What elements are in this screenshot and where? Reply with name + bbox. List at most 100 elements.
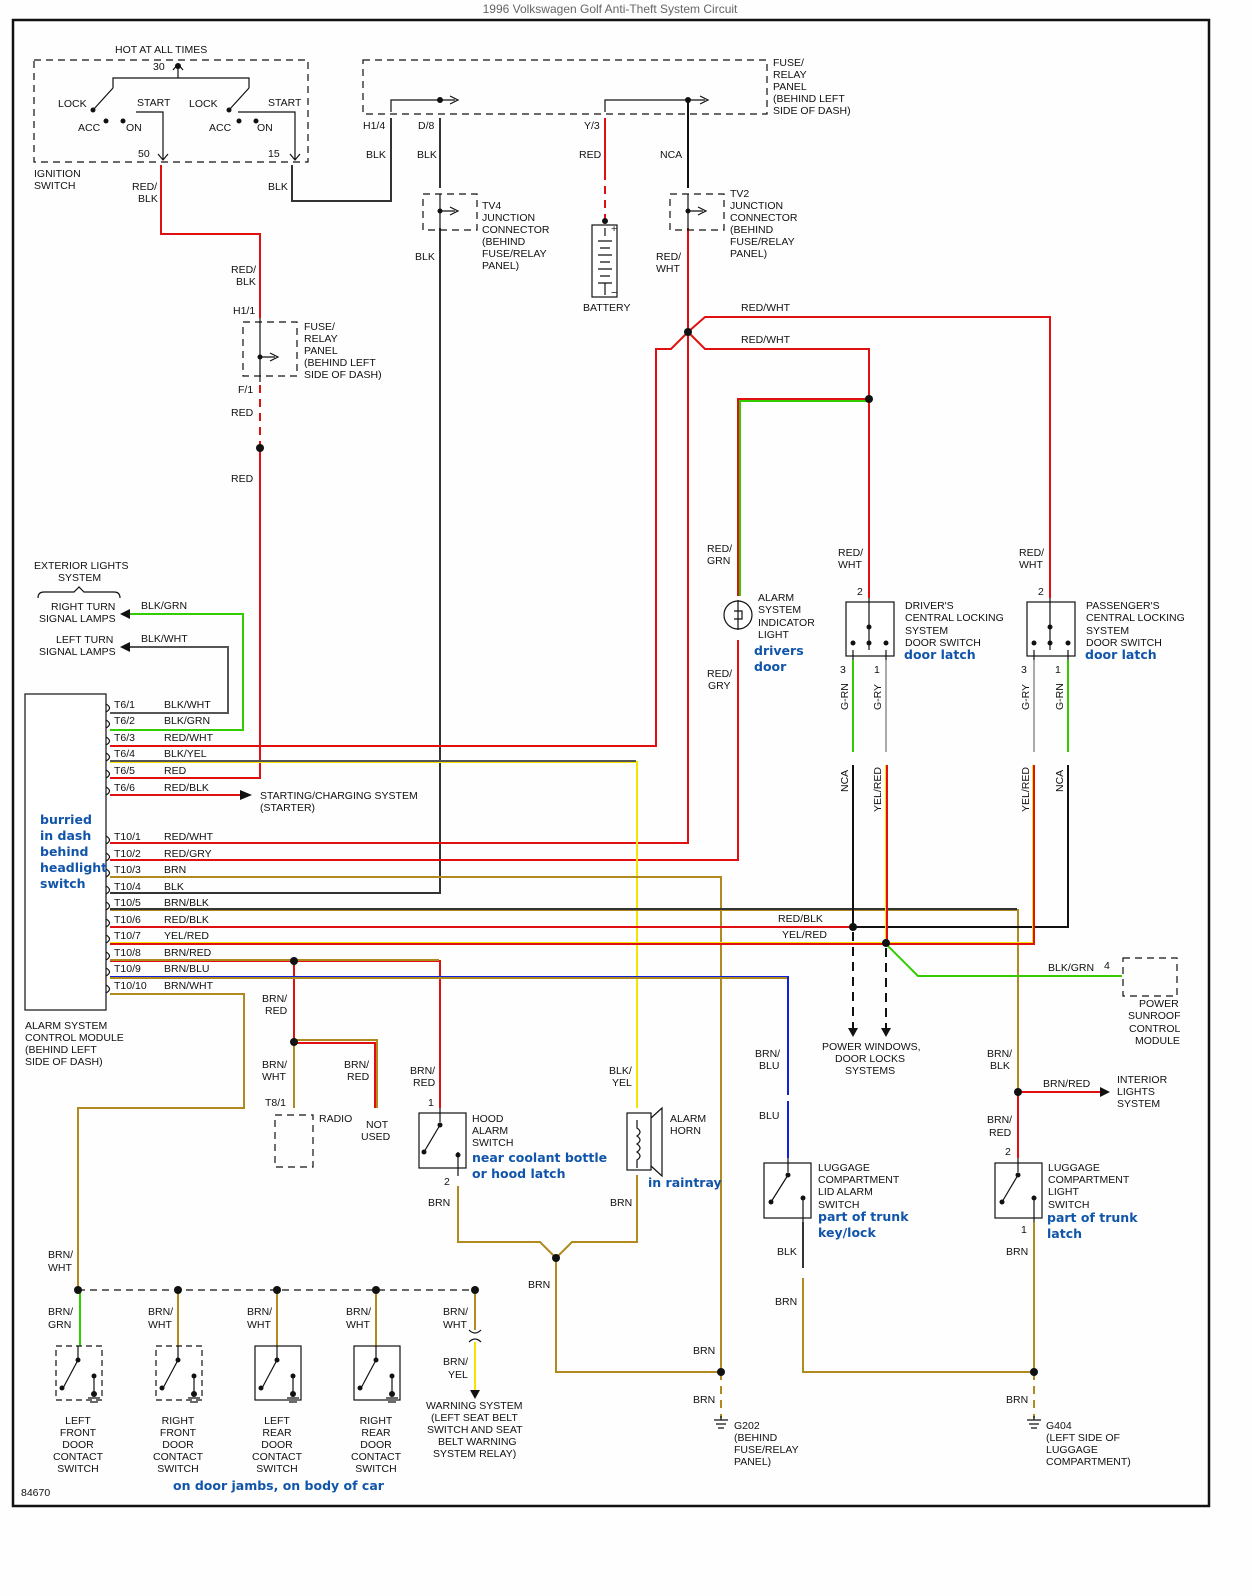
wire-label: BRN/ (344, 1059, 369, 1071)
pos-on-2: ON (257, 122, 273, 134)
module-pin-label: T10/9 (114, 963, 141, 975)
door-switch-label: LEFT (264, 1415, 290, 1427)
wire-label: BRN (428, 1197, 450, 1209)
wire-label: BRN/ (443, 1356, 468, 1368)
location-note: in raintray (648, 1175, 722, 1190)
svg-text:door: door (754, 659, 787, 674)
door-switch-label: DOOR (162, 1439, 194, 1451)
svg-text:WHT: WHT (247, 1319, 271, 1331)
svg-text:SUNROOF: SUNROOF (1128, 1010, 1181, 1022)
wire-label: BLK (415, 251, 435, 263)
pos-acc-2: ACC (209, 122, 232, 134)
location-note: burried (40, 812, 92, 827)
svg-text:SYSTEM: SYSTEM (905, 625, 948, 637)
module-pin-label: T10/3 (114, 864, 141, 876)
svg-text:2: 2 (857, 586, 863, 598)
module-pin-label: T6/6 (114, 782, 135, 794)
svg-text:PANEL: PANEL (773, 81, 807, 93)
svg-text:(BEHIND LEFT: (BEHIND LEFT (773, 93, 845, 105)
module-wire-label: BRN/BLK (164, 897, 209, 909)
door-switch-label: SWITCH (355, 1463, 396, 1475)
svg-text:LUGGAGE: LUGGAGE (818, 1162, 870, 1174)
pin-y-3: Y/3 (584, 120, 600, 132)
pos-lock-2: LOCK (189, 98, 218, 110)
exterior-lights-system: EXTERIOR LIGHTS SYSTEM RIGHT TURN SIGNAL… (34, 560, 188, 658)
svg-text:(BEHIND: (BEHIND (482, 236, 526, 248)
module-pin-label: T10/8 (114, 947, 141, 959)
svg-text:DRIVER'S: DRIVER'S (905, 600, 954, 612)
wire-label: NCA (839, 770, 851, 792)
svg-text:GRN: GRN (707, 555, 730, 567)
svg-text:SIDE OF DASH): SIDE OF DASH) (304, 369, 382, 381)
svg-text:2: 2 (1038, 586, 1044, 598)
svg-text:RIGHT TURN: RIGHT TURN (51, 601, 115, 613)
svg-text:SWITCH AND SEAT: SWITCH AND SEAT (427, 1424, 523, 1436)
door-contact-switch: BRN/GRN LEFTFRONTDOORCONTACTSWITCH (48, 1306, 104, 1475)
door-switch-label: DOOR (360, 1439, 392, 1451)
svg-text:SYSTEM: SYSTEM (58, 572, 101, 584)
door-switch-label: CONTACT (351, 1451, 402, 1463)
svg-text:YEL: YEL (612, 1077, 632, 1089)
power-windows-label: POWER WINDOWS, (822, 1041, 921, 1053)
svg-text:HOOD: HOOD (472, 1113, 504, 1125)
module-pin-label: T6/3 (114, 732, 135, 744)
svg-text:RED: RED (265, 1005, 288, 1017)
wire-label: BLU (759, 1110, 779, 1122)
svg-text:RED: RED (413, 1077, 436, 1089)
svg-text:TV4: TV4 (482, 200, 501, 212)
wire-label: BRN (610, 1197, 632, 1209)
pin-h1-1: H1/1 (233, 305, 255, 317)
wire-label: BLK (417, 149, 437, 161)
door-switch-label: CONTACT (252, 1451, 303, 1463)
module-wire-label: RED/WHT (164, 732, 214, 744)
location-note: part of trunk (1047, 1210, 1138, 1225)
svg-text:ALARM SYSTEM: ALARM SYSTEM (25, 1020, 107, 1032)
door-switch-label: REAR (262, 1427, 292, 1439)
wire-label: BRN/ (247, 1306, 272, 1318)
svg-text:1: 1 (874, 664, 880, 676)
svg-text:(BEHIND LEFT: (BEHIND LEFT (25, 1044, 97, 1056)
wire-label: RED/ (656, 251, 681, 263)
module-pin-label: T10/5 (114, 897, 141, 909)
svg-text:BLU: BLU (759, 1060, 779, 1072)
wire-label: BRN/ (987, 1114, 1012, 1126)
door-switch-label: FRONT (160, 1427, 197, 1439)
svg-text:WHT: WHT (838, 559, 862, 571)
pin-d-8: D/8 (418, 120, 435, 132)
wire-label: RED/ (132, 181, 157, 193)
svg-text:BLK: BLK (138, 193, 158, 205)
svg-text:WHT: WHT (48, 1262, 72, 1274)
module-wire-label: RED/WHT (164, 831, 214, 843)
battery-label: BATTERY (583, 302, 630, 314)
door-switch-label: DOOR (62, 1439, 94, 1451)
module-wire-label: BRN (164, 864, 186, 876)
wire-label: RED/BLK (778, 913, 823, 925)
wire-label: BRN/ (410, 1065, 435, 1077)
svg-text:LUGGAGE: LUGGAGE (1048, 1162, 1100, 1174)
wire-label: BLK (777, 1246, 797, 1258)
alarm-control-module: T6/1 BLK/WHT T6/2 BLK/GRN T6/3 RED/WHT T6/4 BLK… (24, 693, 214, 1068)
svg-text:YEL: YEL (448, 1369, 468, 1381)
door-switch-label: RIGHT (360, 1415, 393, 1427)
svg-text:PANEL): PANEL) (730, 248, 767, 260)
wire-label: BRN (693, 1345, 715, 1357)
svg-text:FUSE/RELAY: FUSE/RELAY (482, 248, 547, 260)
ground-icon (1027, 1416, 1041, 1429)
svg-text:2: 2 (1005, 1146, 1011, 1158)
svg-text:CONNECTOR: CONNECTOR (482, 224, 550, 236)
door-switch-label: RIGHT (162, 1415, 195, 1427)
svg-text:LIGHT: LIGHT (1048, 1186, 1080, 1198)
svg-text:1: 1 (428, 1097, 434, 1109)
wire-label: G-RN (1054, 683, 1066, 710)
wire-label: G-RY (872, 684, 884, 710)
wire-label: RED/ (1019, 547, 1044, 559)
svg-text:switch: switch (40, 876, 86, 891)
wire-label: YEL/RED (1020, 767, 1032, 812)
svg-text:PANEL): PANEL) (734, 1456, 771, 1468)
svg-text:SYSTEM: SYSTEM (758, 604, 801, 616)
svg-text:NOT: NOT (366, 1119, 389, 1131)
wire-label: G-RN (839, 683, 851, 710)
module-wire-label: RED (164, 765, 187, 777)
pos-on-1: ON (126, 122, 142, 134)
wire-label: RED/ (231, 264, 256, 276)
